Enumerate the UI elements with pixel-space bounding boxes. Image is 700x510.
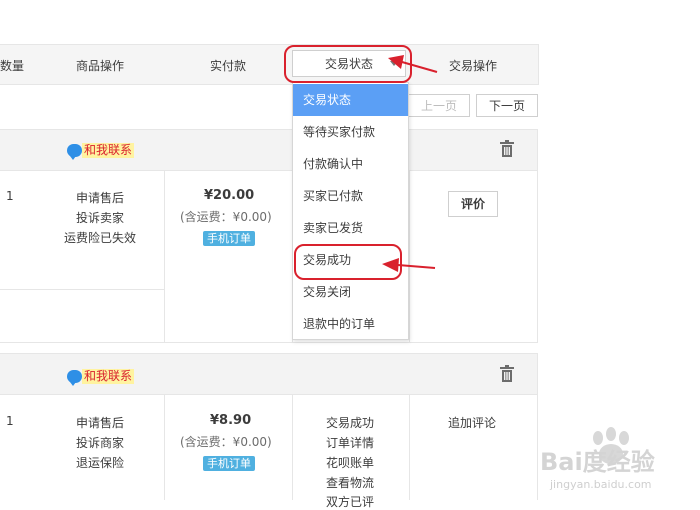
watermark-brand: Bai度经验 (540, 448, 655, 476)
arrow-head-icon (388, 55, 404, 69)
baidu-jingyan-watermark: Bai度经验 jingyan.baidu.com (540, 418, 700, 500)
watermark-url: jingyan.baidu.com (550, 478, 652, 491)
arrow-head-icon (382, 258, 399, 272)
